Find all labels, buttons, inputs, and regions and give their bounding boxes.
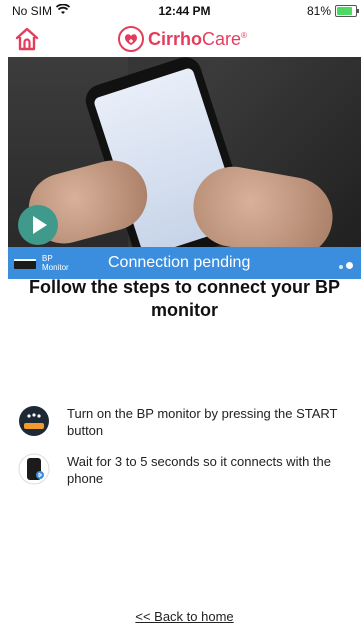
loading-dots-icon <box>339 262 353 269</box>
play-button[interactable] <box>18 205 58 245</box>
video-hand-right <box>187 160 339 247</box>
step-text: Turn on the BP monitor by pressing the S… <box>67 406 338 438</box>
tutorial-video[interactable] <box>8 57 361 247</box>
phone-bluetooth-icon <box>18 453 50 485</box>
loading-dot <box>346 262 353 269</box>
cirrhocare-logo: CirrhoCare® <box>118 24 247 54</box>
back-to-home-link[interactable]: << Back to home <box>8 609 361 624</box>
home-icon <box>14 27 40 56</box>
status-right: 81% <box>306 4 359 18</box>
logo-text-bold: Cirrho <box>148 28 202 49</box>
loading-dot <box>339 265 343 269</box>
app-header: CirrhoCare® <box>8 22 361 56</box>
step-item: Turn on the BP monitor by pressing the S… <box>18 405 351 453</box>
logo-mark-icon <box>118 26 144 52</box>
home-button[interactable] <box>14 26 40 52</box>
bp-monitor-small-icon <box>14 259 36 269</box>
logo-registered: ® <box>241 30 247 40</box>
bp-monitor-icon <box>18 405 50 437</box>
connection-status-bar: BP Monitor Connection pending <box>8 247 361 279</box>
battery-level <box>337 7 352 15</box>
status-bar: No SIM 12:44 PM 81% <box>8 0 361 22</box>
step-item: Wait for 3 to 5 seconds so it connects w… <box>18 453 351 501</box>
app-screen: No SIM 12:44 PM 81% CirrhoCare® BP Monit… <box>8 0 361 643</box>
page-title: Follow the steps to connect your BP moni… <box>28 277 341 320</box>
connection-device-label: BP Monitor <box>42 254 69 272</box>
step-text: Wait for 3 to 5 seconds so it connects w… <box>67 454 331 486</box>
battery-icon <box>335 5 359 17</box>
battery-percent: 81% <box>306 4 331 18</box>
connection-status-text: Connection pending <box>108 254 251 271</box>
steps-list: Turn on the BP monitor by pressing the S… <box>18 405 351 501</box>
logo-text-light: Care <box>202 28 242 49</box>
logo-text: CirrhoCare® <box>148 29 247 50</box>
